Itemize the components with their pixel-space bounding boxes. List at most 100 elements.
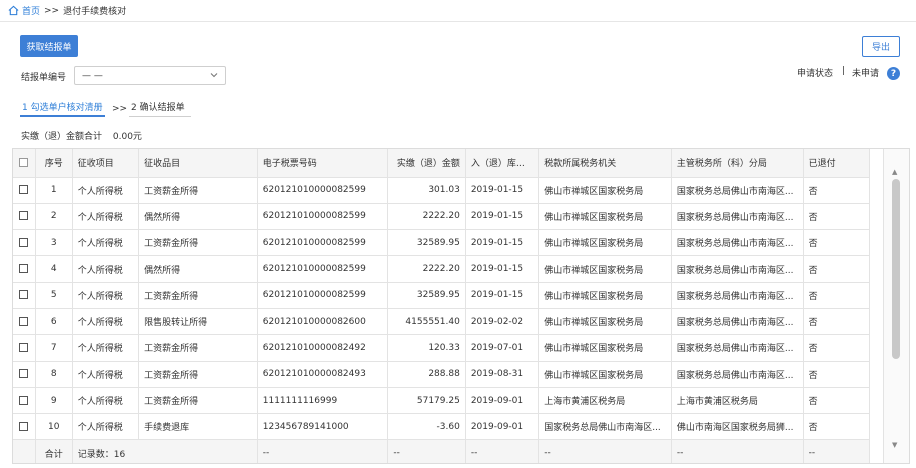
settlement-number-select[interactable]: — —: [74, 66, 226, 85]
row-subitem: 工资薪金所得: [138, 361, 258, 388]
table-row[interactable]: 4 个人所得税 偶然所得 620121010000082599 2222.20 2019-…: [13, 255, 871, 283]
row-item: 个人所得税: [72, 255, 140, 283]
row-org: 佛山市禅城区国家税务局: [538, 334, 672, 362]
amount-summary: 实缴（退）金额合计 0.00元: [21, 129, 150, 142]
header-select-all[interactable]: [13, 149, 36, 178]
row-refunded: 否: [803, 387, 871, 415]
summary-amount: 0.00元: [112, 132, 142, 142]
row-select-cell[interactable]: [13, 361, 36, 388]
table-row[interactable]: 5 个人所得税 工资薪金所得 620121010000082599 32589.95 20…: [13, 282, 871, 309]
breadcrumb-home-link[interactable]: 首页: [22, 4, 40, 17]
row-amount: 288.88: [387, 361, 466, 388]
row-org: 佛山市禅城区国家税务局: [538, 229, 672, 257]
row-amount: 4155551.40: [387, 308, 466, 336]
table-footer-row: 合计 记录数：16 -- -- -- -- -- --: [13, 439, 871, 463]
status-label: 申请状态: [797, 69, 834, 79]
step-select-ledger[interactable]: 1 勾选单户核对清册: [20, 101, 105, 117]
row-subitem: 工资薪金所得: [138, 387, 258, 415]
footer-dash: --: [803, 439, 871, 463]
export-button[interactable]: 导出: [862, 36, 900, 57]
row-org: 佛山市禅城区国家税务局: [538, 177, 672, 204]
row-refunded: 否: [803, 229, 871, 257]
row-refunded: 否: [803, 413, 871, 441]
table-row[interactable]: 6 个人所得税 限售股转让所得 620121010000082600 4155551.4…: [13, 308, 871, 336]
header-ticket: 电子税票号码: [257, 149, 389, 178]
row-checkbox[interactable]: [19, 421, 29, 431]
row-seq: 2: [35, 203, 73, 231]
row-amount: 120.33: [387, 334, 466, 362]
row-checkbox[interactable]: [19, 264, 29, 274]
row-select-cell[interactable]: [13, 334, 36, 362]
row-date: 2019-07-01: [465, 334, 540, 362]
settlement-number-value: — —: [82, 70, 103, 81]
row-subitem: 偶然所得: [138, 255, 258, 283]
row-checkbox[interactable]: [19, 342, 29, 352]
row-refunded: 否: [803, 361, 871, 388]
row-item: 个人所得税: [72, 282, 140, 309]
row-seq: 7: [35, 334, 73, 362]
table-row[interactable]: 3 个人所得税 工资薪金所得 620121010000082599 32589.95 20…: [13, 229, 871, 257]
row-org: 佛山市禅城区国家税务局: [538, 361, 672, 388]
row-select-cell[interactable]: [13, 255, 36, 283]
row-refunded: 否: [803, 308, 871, 336]
row-date: 2019-02-02: [465, 308, 540, 336]
footer-blank: [13, 439, 36, 463]
help-icon[interactable]: ?: [887, 67, 900, 80]
header-item: 征收项目: [72, 149, 140, 178]
row-checkbox[interactable]: [19, 290, 29, 300]
data-table: 序号 征收项目 征收品目 电子税票号码 实缴（退）金额 入（退）库日期 税款所属…: [12, 148, 910, 464]
row-org: 佛山市禅城区国家税务局: [538, 282, 672, 309]
row-amount: -3.60: [387, 413, 466, 441]
row-select-cell[interactable]: [13, 203, 36, 231]
footer-record-count: 记录数：16: [72, 439, 258, 463]
breadcrumb-current: 退付手续费核对: [63, 7, 127, 17]
step-confirm-settlement[interactable]: 2 确认结报单: [129, 101, 191, 117]
row-checkbox[interactable]: [19, 211, 29, 221]
table-row[interactable]: 2 个人所得税 偶然所得 620121010000082599 2222.20 2019-…: [13, 203, 871, 231]
fetch-settlement-button[interactable]: 获取结报单: [20, 35, 78, 57]
select-all-checkbox[interactable]: [19, 157, 29, 167]
settlement-number-label: 结报单编号: [21, 73, 67, 83]
row-checkbox[interactable]: [19, 185, 29, 195]
table-row[interactable]: 7 个人所得税 工资薪金所得 620121010000082492 120.33 2019…: [13, 334, 871, 362]
row-ticket: 620121010000082599: [257, 203, 389, 231]
home-icon[interactable]: [8, 5, 19, 16]
header-manager: 主管税务所（科）分局: [671, 149, 804, 178]
row-item: 个人所得税: [72, 203, 140, 231]
row-ticket: 620121010000082493: [257, 361, 389, 388]
row-checkbox[interactable]: [19, 316, 29, 326]
table-row[interactable]: 9 个人所得税 工资薪金所得 1111111116999 57179.25 2019-09…: [13, 387, 871, 415]
row-date: 2019-01-15: [465, 177, 540, 204]
row-amount: 57179.25: [387, 387, 466, 415]
row-select-cell[interactable]: [13, 282, 36, 309]
row-select-cell[interactable]: [13, 177, 36, 204]
row-date: 2019-09-01: [465, 413, 540, 441]
scroll-up-icon[interactable]: ▲: [892, 168, 897, 176]
row-select-cell[interactable]: [13, 229, 36, 257]
scrollbar-thumb[interactable]: [892, 179, 900, 359]
vertical-scrollbar[interactable]: ▲ ▼: [883, 149, 909, 463]
row-refunded: 否: [803, 203, 871, 231]
row-subitem: 工资薪金所得: [138, 334, 258, 362]
scroll-down-icon[interactable]: ▼: [892, 441, 897, 449]
row-refunded: 否: [803, 334, 871, 362]
row-subitem: 限售股转让所得: [138, 308, 258, 336]
row-select-cell[interactable]: [13, 308, 36, 336]
row-checkbox[interactable]: [19, 395, 29, 405]
row-amount: 2222.20: [387, 203, 466, 231]
row-checkbox[interactable]: [19, 237, 29, 247]
footer-dash: --: [387, 439, 466, 463]
table-row[interactable]: 10 个人所得税 手续费退库 123456789141000 -3.60 2019-09-…: [13, 413, 871, 441]
table-row[interactable]: 1 个人所得税 工资薪金所得 620121010000082599 301.03 2019…: [13, 177, 871, 204]
row-date: 2019-01-15: [465, 282, 540, 309]
status-divider: |: [842, 66, 846, 76]
row-item: 个人所得税: [72, 229, 140, 257]
table-row[interactable]: 8 个人所得税 工资薪金所得 620121010000082493 288.88 2019…: [13, 361, 871, 388]
row-select-cell[interactable]: [13, 387, 36, 415]
row-refunded: 否: [803, 282, 871, 309]
row-seq: 6: [35, 308, 73, 336]
row-checkbox[interactable]: [19, 369, 29, 379]
row-date: 2019-01-15: [465, 255, 540, 283]
row-select-cell[interactable]: [13, 413, 36, 441]
row-ticket: 620121010000082600: [257, 308, 389, 336]
